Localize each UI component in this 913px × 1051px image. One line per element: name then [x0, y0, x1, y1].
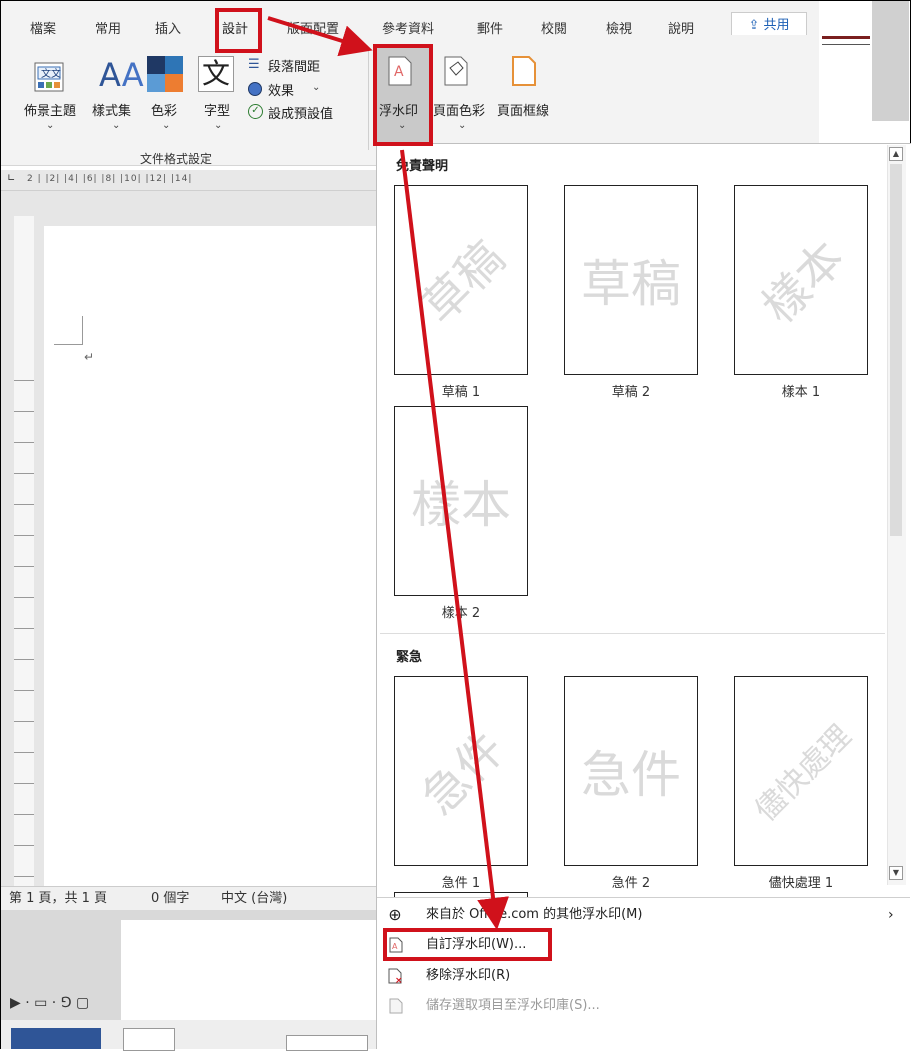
- annotation-arrows: [267, 16, 509, 930]
- annotation-arrow-to-custom-watermark: [400, 149, 509, 930]
- annotation-arrow-to-watermark: [267, 16, 373, 57]
